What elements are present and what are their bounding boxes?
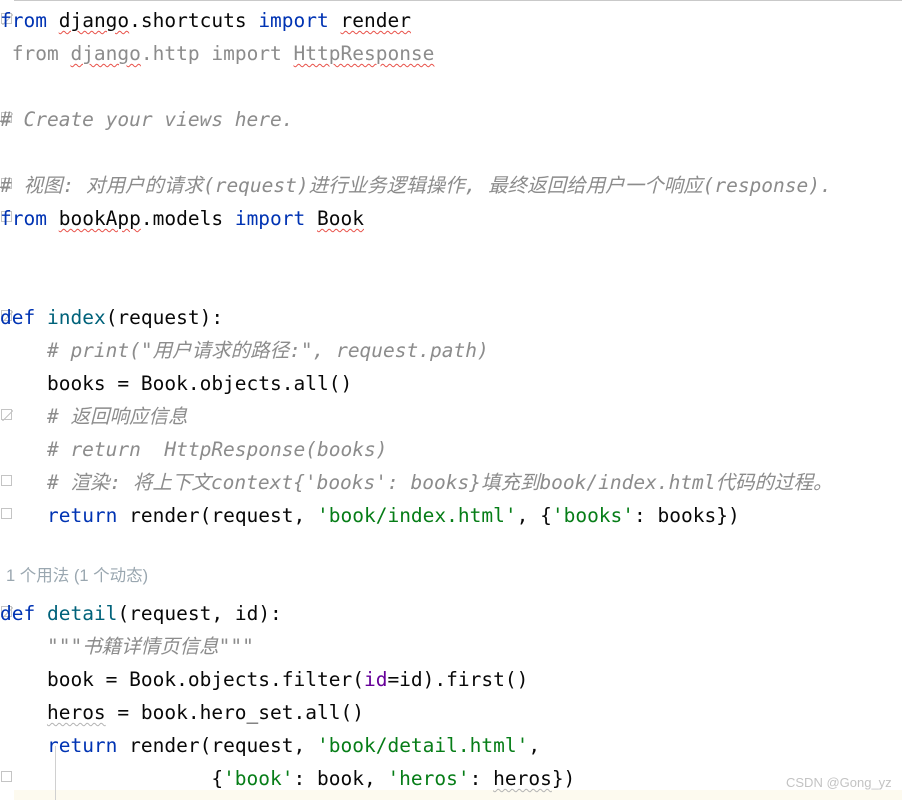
code-token: id	[363, 668, 388, 691]
code-token: django	[70, 42, 141, 65]
code-token: :	[469, 767, 494, 790]
code-token: .models	[140, 207, 235, 230]
code-line[interactable]: def index(request):	[0, 301, 902, 334]
code-token: render	[340, 9, 411, 32]
code-line[interactable]	[0, 532, 902, 565]
code-line[interactable]: # 返回响应信息	[0, 400, 902, 433]
code-token: detail	[46, 602, 118, 625]
code-token: # 渲染: 将上下文context{'books': books}填充到book…	[0, 471, 833, 494]
code-line[interactable]: def detail(request, id):	[0, 597, 902, 630]
code-token: = book.hero_set.all()	[105, 701, 364, 724]
code-token: .http import	[140, 42, 294, 65]
code-token: (request, id):	[117, 602, 282, 625]
codevision-usage-hint[interactable]: 1 个用法 (1 个动态)	[6, 565, 148, 587]
code-line[interactable]: return render(request, 'book/detail.html…	[0, 729, 902, 762]
code-token: """书籍详情页信息"""	[0, 635, 254, 658]
code-token: HttpResponse	[293, 42, 435, 65]
code-token: # 返回响应信息	[0, 405, 188, 428]
csdn-watermark: CSDN @Gong_yz	[786, 775, 892, 790]
code-line[interactable]: books = Book.objects.all()	[0, 367, 902, 400]
code-token: return	[46, 504, 118, 527]
code-token: return	[46, 734, 118, 757]
code-token: # return HttpResponse(books)	[0, 438, 388, 461]
code-line[interactable]: from bookApp.models import Book	[0, 202, 902, 235]
code-token: import	[258, 9, 329, 32]
code-token: render(request,	[117, 734, 318, 757]
code-line[interactable]	[0, 235, 902, 268]
code-token: bookApp	[58, 207, 141, 230]
code-line[interactable]: book = Book.objects.filter(id=id).first(…	[0, 663, 902, 696]
code-token: # print("用户请求的路径:", request.path)	[0, 339, 489, 362]
code-token: from	[0, 9, 47, 32]
code-line[interactable]	[0, 70, 902, 103]
code-token: 'books'	[551, 504, 635, 527]
code-token: index	[46, 306, 106, 329]
code-token: Book	[317, 207, 364, 230]
code-token: import	[234, 207, 306, 230]
code-token: 'heros'	[387, 767, 470, 790]
code-token: : books})	[634, 504, 740, 527]
code-token: from	[0, 207, 47, 230]
code-token: 'book/detail.html'	[317, 734, 529, 757]
code-editor-screen: from django.shortcuts import render from…	[0, 0, 902, 800]
code-token: from	[0, 42, 71, 65]
code-token: , {	[516, 504, 552, 527]
code-token: : book,	[293, 767, 388, 790]
code-token: render(request,	[117, 504, 318, 527]
code-line[interactable]	[0, 268, 902, 301]
code-token: heros	[493, 767, 552, 790]
code-line[interactable]: from django.http import HttpResponse	[0, 37, 902, 70]
code-line[interactable]: # 渲染: 将上下文context{'books': books}填充到book…	[0, 466, 902, 499]
code-line[interactable]: # return HttpResponse(books)	[0, 433, 902, 466]
code-line[interactable]: # 视图: 对用户的请求(request)进行业务逻辑操作, 最终返回给用户一个…	[0, 169, 902, 202]
code-line[interactable]: # Create your views here.	[0, 103, 902, 136]
code-token: def	[0, 602, 36, 625]
code-token: def	[0, 306, 36, 329]
code-token: .shortcuts	[129, 9, 259, 32]
code-token: 'book'	[223, 767, 294, 790]
code-token: })	[551, 767, 576, 790]
code-token: # Create your views here.	[0, 108, 294, 131]
code-token: heros	[46, 701, 106, 724]
code-line[interactable]: {'book': book, 'heros': heros})	[0, 762, 902, 795]
code-token: {	[0, 767, 224, 790]
code-line[interactable]: from django.shortcuts import render	[0, 4, 902, 37]
code-token: ,	[528, 734, 541, 757]
code-line[interactable]: heros = book.hero_set.all()	[0, 696, 902, 729]
code-line[interactable]: # print("用户请求的路径:", request.path)	[0, 334, 902, 367]
code-token: books = Book.objects.all()	[0, 372, 353, 395]
code-token: =id).first()	[387, 668, 529, 691]
code-token: # 视图: 对用户的请求(request)进行业务逻辑操作, 最终返回给用户一个…	[0, 174, 832, 197]
code-line[interactable]: return render(request, 'book/index.html'…	[0, 499, 902, 532]
code-token: (request):	[105, 306, 224, 329]
code-token: book = Book.objects.filter(	[0, 668, 364, 691]
code-line[interactable]	[0, 136, 902, 169]
code-line[interactable]: """书籍详情页信息"""	[0, 630, 902, 663]
code-token: django	[58, 9, 130, 32]
code-token: 'book/index.html'	[317, 504, 517, 527]
editor-top-border	[0, 0, 902, 1]
